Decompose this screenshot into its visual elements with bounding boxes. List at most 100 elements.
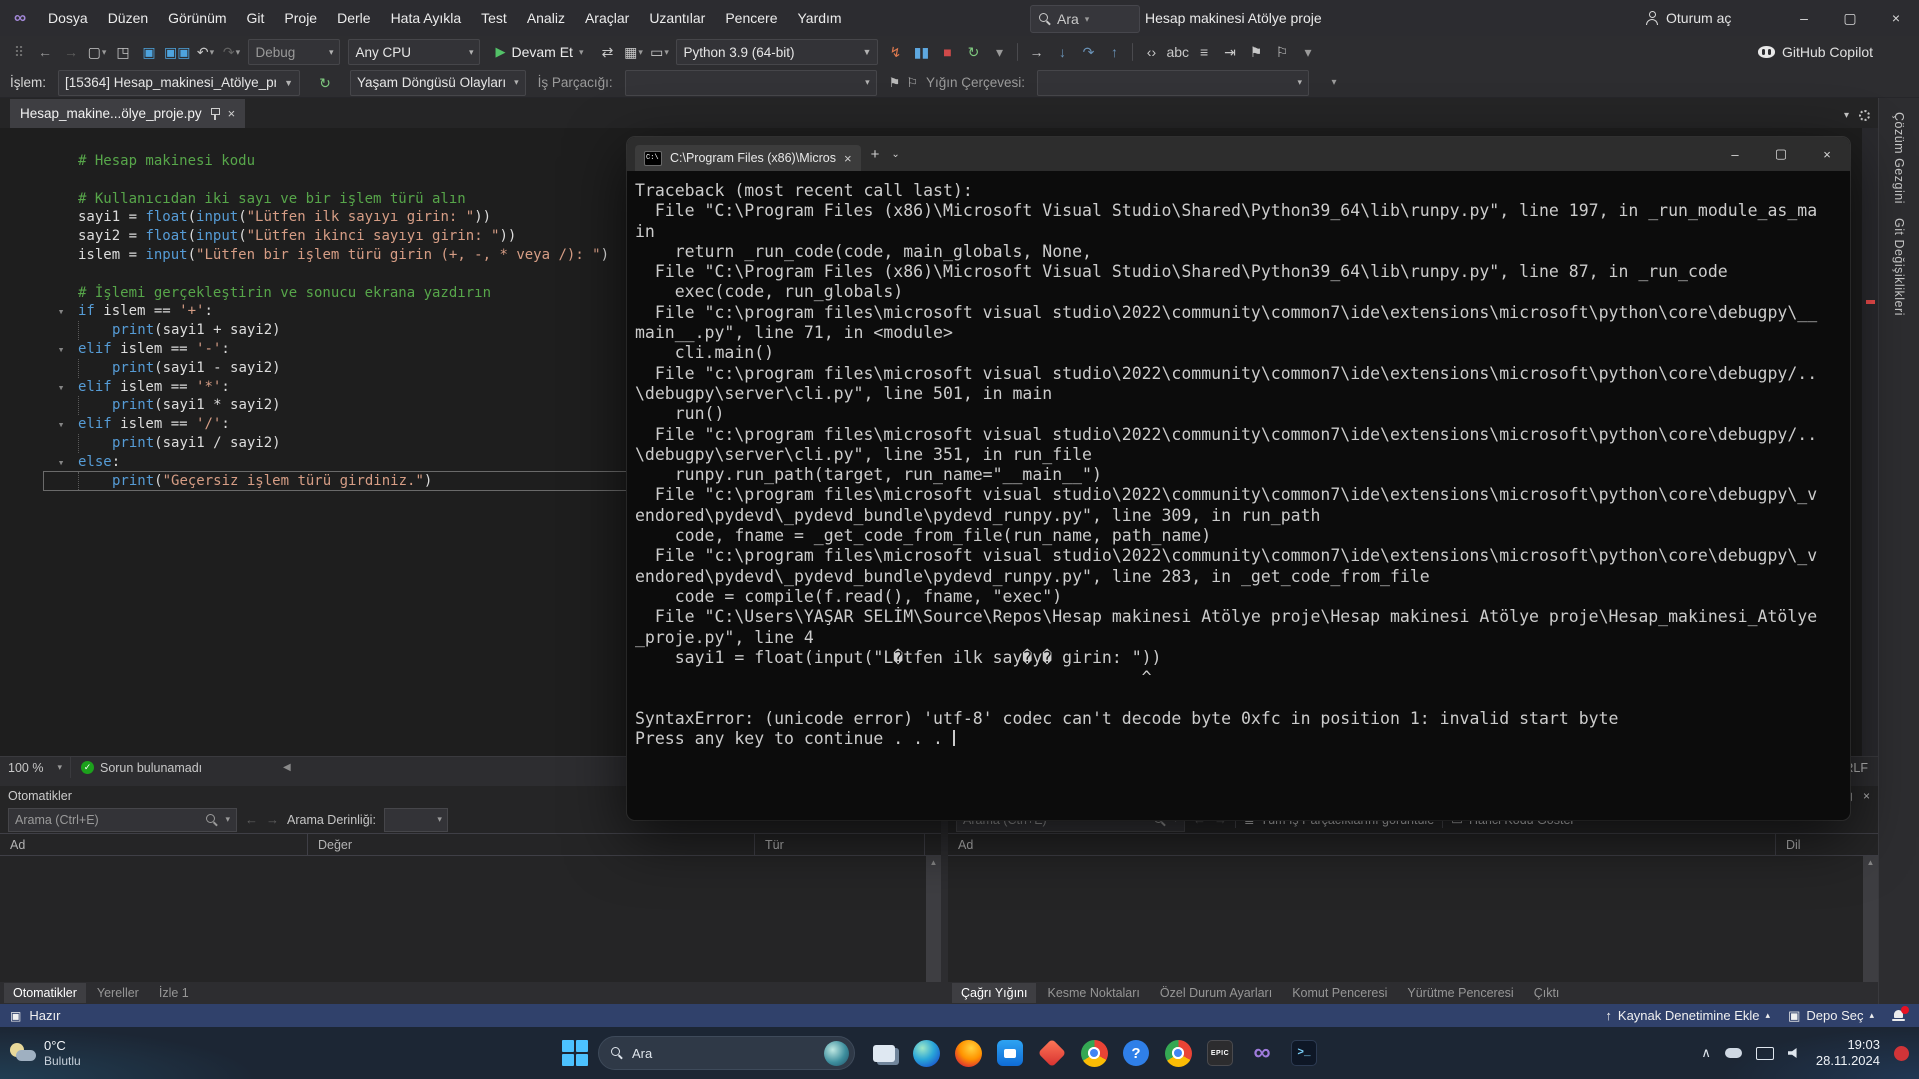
panel-tab[interactable]: Komut Penceresi (1283, 983, 1396, 1003)
console-output[interactable]: Traceback (most recent call last): File … (627, 171, 1850, 820)
column-header[interactable]: Değer (308, 834, 755, 855)
terminal-minimize-button[interactable]: – (1712, 137, 1758, 171)
lifecycle-events-dropdown[interactable]: Yaşam Döngüsü Olayları ▾ (350, 69, 526, 96)
column-header[interactable]: Tür (755, 834, 925, 855)
search-next-icon[interactable]: → (266, 812, 279, 827)
terminal-tab[interactable]: C:\ C:\Program Files (x86)\Micros × (635, 145, 861, 171)
quick-search[interactable]: Ara ▾ (1030, 5, 1140, 33)
continue-button[interactable]: ▶ Devam Et ▾ (488, 40, 590, 64)
menu-item[interactable]: Analiz (517, 0, 575, 36)
fold-chevron-icon[interactable]: ▾ (44, 341, 78, 360)
toolbar-grip[interactable]: ⠿ (6, 40, 32, 64)
menu-item[interactable]: Araçlar (575, 0, 639, 36)
attach-process-icon[interactable]: ⇄ (594, 40, 620, 64)
search-caret-icon[interactable]: ▾ (1085, 14, 1090, 25)
weather-widget[interactable]: 0°C Bulutlu (10, 1038, 81, 1068)
panel-tab[interactable]: Yereller (88, 983, 148, 1003)
fold-chevron-icon[interactable]: ▾ (44, 379, 78, 398)
terminal-window[interactable]: C:\ C:\Program Files (x86)\Micros × + ⌄ … (627, 137, 1850, 820)
open-folder-icon[interactable]: ◳ (110, 40, 136, 64)
terminal-tab-close-icon[interactable]: × (844, 151, 852, 166)
code-tags-icon[interactable]: ‹› (1138, 40, 1164, 64)
github-copilot-status[interactable]: GitHub Copilot (1757, 44, 1873, 60)
terminal-close-button[interactable]: × (1804, 137, 1850, 171)
vertical-tool-tab[interactable]: Çözüm Gezgini (1892, 112, 1906, 204)
target-settings-icon[interactable]: ▦ ▾ (620, 40, 646, 64)
menu-item[interactable]: Pencere (715, 0, 787, 36)
step-into-icon[interactable]: ↓ (1049, 40, 1075, 64)
indent-icon[interactable]: ⇥ (1217, 40, 1243, 64)
terminal-new-tab-button[interactable]: + (871, 146, 880, 163)
gear-icon[interactable] (1859, 110, 1870, 121)
terminal-dropdown-caret[interactable]: ⌄ (891, 149, 899, 160)
python-environment-dropdown[interactable]: Python 3.9 (64-bit) ▼ (676, 39, 879, 65)
save-all-icon[interactable]: ▣▣ (162, 40, 192, 64)
fold-chevron-icon[interactable]: ▾ (44, 416, 78, 435)
column-header[interactable]: Ad (948, 834, 1776, 855)
step-out-icon[interactable]: ↑ (1101, 40, 1127, 64)
panel-tab[interactable]: Yürütme Penceresi (1398, 983, 1522, 1003)
taskbar-search[interactable]: Ara (598, 1036, 855, 1070)
splitter-arrow-icon[interactable]: ◀ (283, 762, 291, 773)
separator[interactable] (1017, 43, 1019, 61)
menu-item[interactable]: Hata Ayıkla (381, 0, 472, 36)
navigate-forward-icon[interactable]: → (58, 40, 84, 64)
menu-item[interactable]: Git (237, 0, 275, 36)
menu-item[interactable]: Görünüm (158, 0, 236, 36)
panel-tab[interactable]: Otomatikler (4, 983, 86, 1003)
cast-monitor-icon[interactable] (1755, 1046, 1774, 1060)
bookmark-outline-icon[interactable]: ⚐ (1269, 40, 1295, 64)
step-over-icon[interactable]: ↷ (1075, 40, 1101, 64)
panel-tab[interactable]: İzle 1 (150, 983, 198, 1003)
background-tasks-icon[interactable]: ▣ (10, 1009, 21, 1023)
microsoft-store-icon[interactable] (989, 1032, 1031, 1074)
autos-search-input[interactable]: Arama (Ctrl+E) ▾ (8, 807, 237, 832)
terminal-icon[interactable]: >_ (1283, 1032, 1325, 1074)
spell-check-icon[interactable]: abc (1164, 40, 1191, 64)
lifecycle-refresh-icon[interactable]: ↻ (312, 71, 338, 95)
toolbar-overflow-caret[interactable]: ▾ (1295, 40, 1321, 64)
flag-outline-icon[interactable]: ⚐ (906, 75, 918, 91)
add-to-source-control-button[interactable]: ↑ Kaynak Denetimine Ekle ▴ (1605, 1008, 1770, 1023)
panel-tab[interactable]: Çıktı (1525, 983, 1569, 1003)
line-list-icon[interactable]: ≡ (1191, 40, 1217, 64)
callstack-scrollbar[interactable]: ▲▼ (1863, 856, 1878, 996)
debug-overflow-caret[interactable]: ▾ (986, 40, 1012, 64)
tab-close-icon[interactable]: × (228, 106, 236, 121)
menu-item[interactable]: Uzantılar (639, 0, 715, 36)
stop-debug-icon[interactable]: ■ (934, 40, 960, 64)
panel-tab[interactable]: Kesme Noktaları (1038, 983, 1148, 1003)
menu-item[interactable]: Düzen (98, 0, 158, 36)
navigate-back-icon[interactable]: ← (32, 40, 58, 64)
panel-close-icon[interactable]: × (1863, 789, 1870, 803)
close-button[interactable]: × (1873, 0, 1919, 36)
cpu-config-dropdown[interactable]: Any CPU ▾ (348, 39, 481, 65)
red-diamond-app-icon[interactable] (1031, 1032, 1073, 1074)
search-depth-dropdown[interactable]: ▾ (383, 807, 448, 832)
flag-icon[interactable]: ⚑ (889, 75, 901, 91)
menu-item[interactable]: Dosya (38, 0, 98, 36)
restart-icon[interactable]: ↻ (960, 40, 986, 64)
terminal-titlebar[interactable]: C:\ C:\Program Files (x86)\Micros × + ⌄ … (627, 137, 1850, 171)
minimize-button[interactable]: – (1781, 0, 1827, 36)
select-repository-button[interactable]: ▣ Depo Seç ▴ (1788, 1008, 1874, 1024)
vertical-tool-tab[interactable]: Git Değişiklikleri (1892, 218, 1906, 316)
toolbar2-overflow-caret[interactable]: ▾ (1321, 71, 1347, 95)
editor-scrollbar[interactable] (1862, 128, 1878, 756)
debug-config-dropdown[interactable]: Debug ▾ (248, 39, 341, 65)
panel-tab[interactable]: Özel Durum Ayarları (1151, 983, 1281, 1003)
menu-item[interactable]: Proje (274, 0, 327, 36)
screen-icon[interactable]: ▭ ▾ (646, 40, 672, 64)
notifications-bell-icon[interactable] (1892, 1005, 1909, 1022)
column-header[interactable]: Ad (0, 834, 308, 855)
stack-frame-dropdown[interactable]: ▾ (1037, 69, 1310, 96)
maximize-button[interactable]: ▢ (1827, 0, 1873, 36)
chrome-icon[interactable] (1073, 1032, 1115, 1074)
pin-icon[interactable] (210, 107, 220, 120)
fold-chevron-icon[interactable]: ▾ (44, 303, 78, 322)
notification-badge[interactable] (1894, 1045, 1909, 1061)
chrome-icon-2[interactable] (1157, 1032, 1199, 1074)
column-header[interactable]: Dil (1776, 834, 1836, 855)
redo-icon[interactable]: ↷ ▾ (218, 40, 244, 64)
save-icon[interactable]: ▣ (136, 40, 162, 64)
